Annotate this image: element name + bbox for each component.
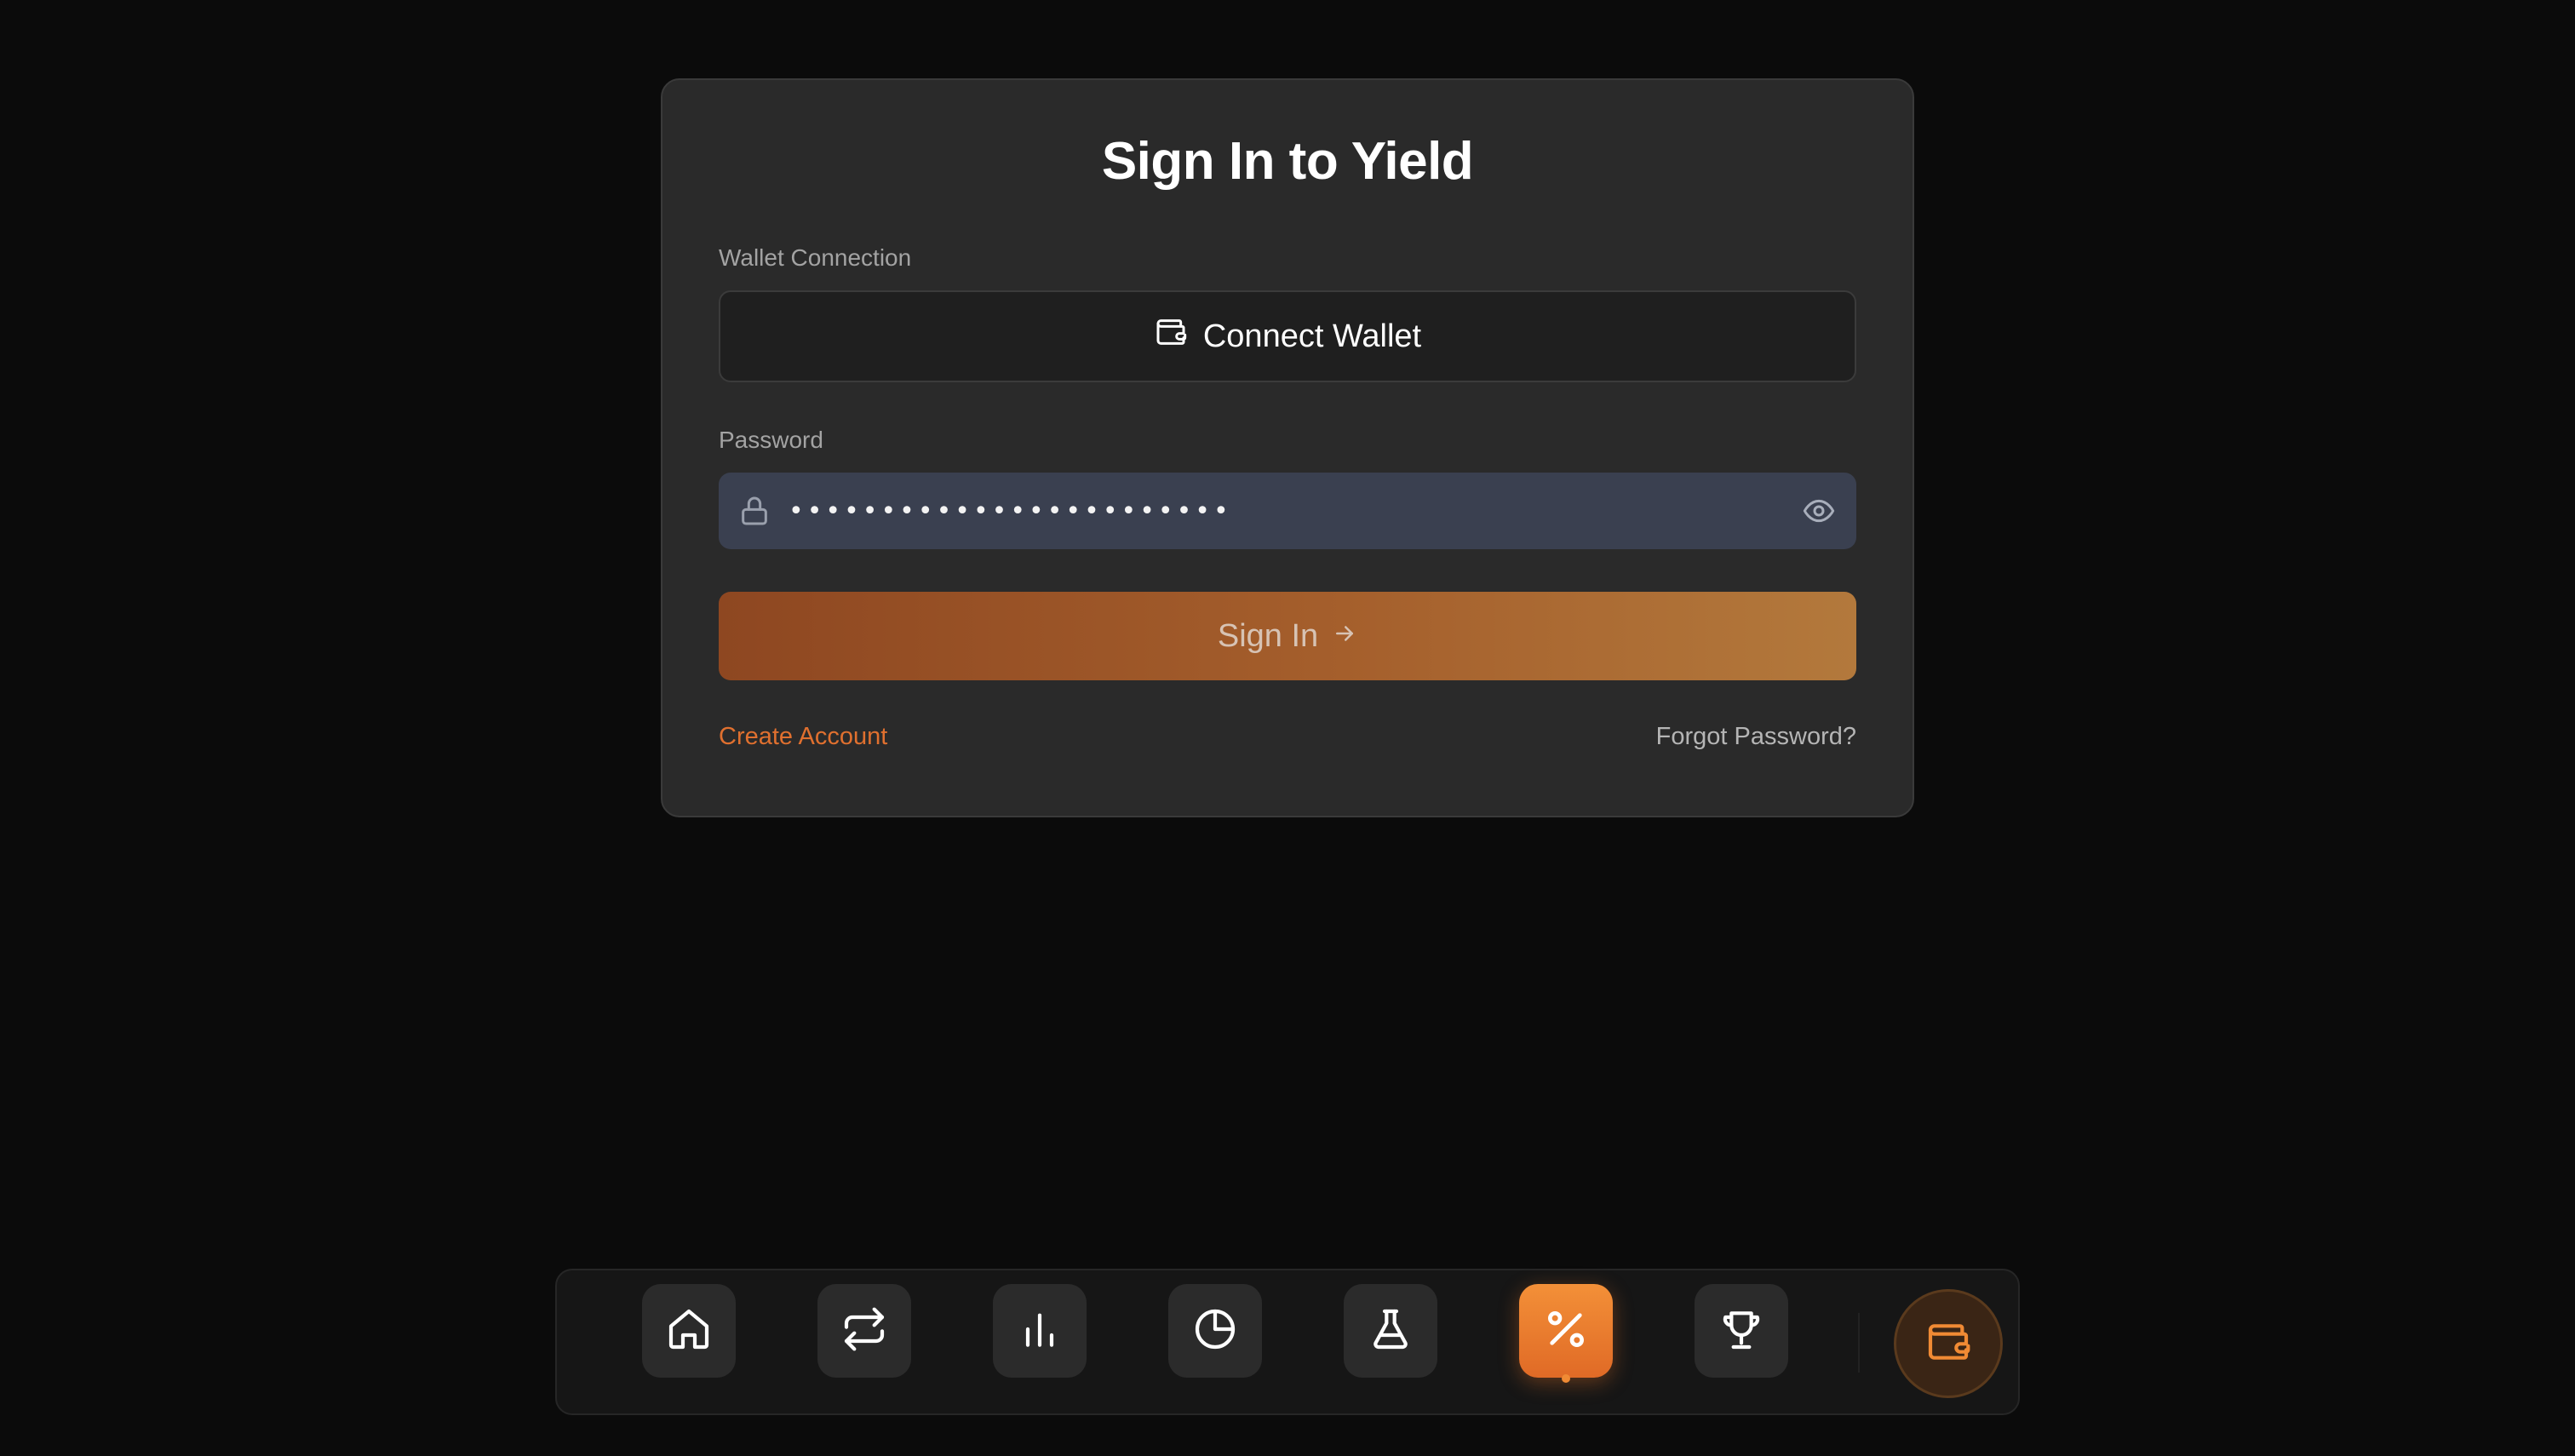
show-password-icon[interactable] bbox=[1802, 494, 1836, 528]
forgot-password-link[interactable]: Forgot Password? bbox=[1656, 723, 1856, 751]
dock-item-portfolio[interactable] bbox=[1168, 1284, 1262, 1378]
bar-chart-icon bbox=[1016, 1305, 1064, 1357]
wallet-connection-label: Wallet Connection bbox=[719, 244, 912, 271]
arrow-right-icon bbox=[1332, 618, 1357, 655]
swap-icon bbox=[840, 1305, 888, 1357]
dock-divider bbox=[1858, 1313, 1860, 1373]
flask-icon bbox=[1367, 1305, 1414, 1357]
dock-item-swap[interactable] bbox=[817, 1284, 911, 1378]
bottom-dock bbox=[555, 1269, 2020, 1415]
connect-wallet-label: Connect Wallet bbox=[1202, 318, 1422, 354]
sign-in-card: Sign In to Yield Wallet Connection Conne… bbox=[661, 78, 1914, 817]
dock-item-home[interactable] bbox=[642, 1284, 736, 1378]
sign-in-button[interactable]: Sign In bbox=[719, 592, 1856, 680]
wallet-icon bbox=[1924, 1318, 1972, 1370]
dock-wallet-button[interactable] bbox=[1894, 1289, 2003, 1398]
password-label: Password bbox=[719, 427, 823, 453]
home-icon bbox=[665, 1305, 713, 1357]
active-indicator-dot bbox=[1562, 1374, 1570, 1383]
wallet-icon bbox=[1154, 315, 1188, 358]
auth-links: Create Account Forgot Password? bbox=[719, 723, 1856, 751]
dock-item-labs[interactable] bbox=[1344, 1284, 1437, 1378]
password-field bbox=[719, 473, 1856, 549]
dock-item-leaderboard[interactable] bbox=[1695, 1284, 1788, 1378]
page: Sign In to Yield Wallet Connection Conne… bbox=[0, 0, 2575, 1456]
dock-item-yield[interactable] bbox=[1519, 1284, 1613, 1378]
page-title: Sign In to Yield bbox=[1101, 132, 1474, 191]
connect-wallet-button[interactable]: Connect Wallet bbox=[719, 290, 1856, 382]
dock-item-analytics[interactable] bbox=[993, 1284, 1087, 1378]
trophy-icon bbox=[1718, 1305, 1765, 1357]
password-input[interactable] bbox=[789, 496, 1802, 526]
percent-icon bbox=[1542, 1305, 1590, 1357]
pie-chart-icon bbox=[1191, 1305, 1239, 1357]
sign-in-label: Sign In bbox=[1217, 617, 1319, 654]
lock-icon bbox=[737, 494, 771, 528]
create-account-link[interactable]: Create Account bbox=[719, 723, 887, 751]
